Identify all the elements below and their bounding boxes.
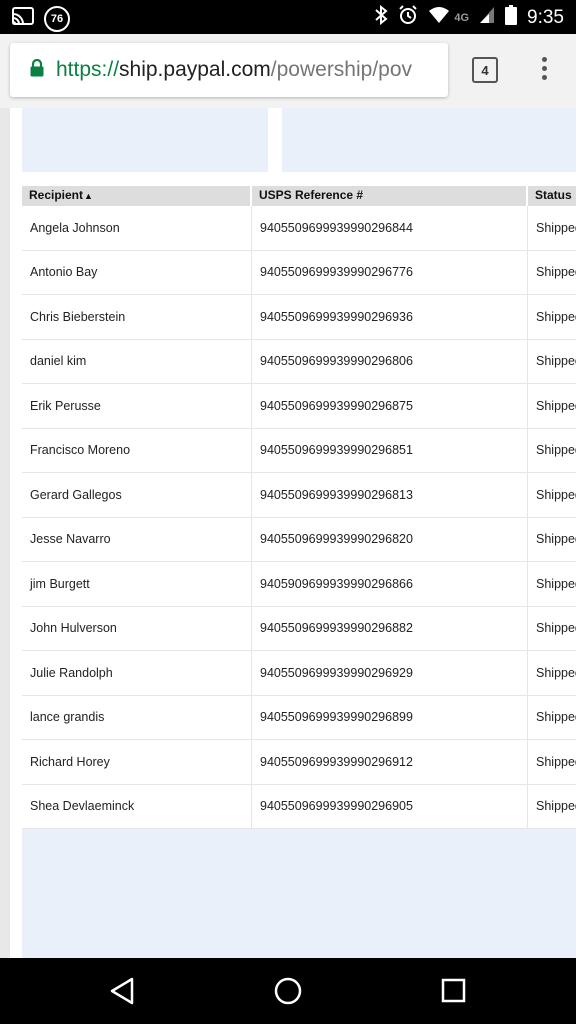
usps-reference-cell: 9405509699939990296936: [252, 295, 528, 339]
tab-switcher-button[interactable]: 4: [472, 57, 498, 83]
table-row[interactable]: Richard Horey 9405509699939990296912 Shipp…: [22, 740, 576, 785]
alarm-icon: [398, 5, 418, 30]
back-icon[interactable]: [108, 976, 138, 1011]
recipient-cell: Angela Johnson: [22, 206, 252, 250]
status-cell: Shipped: [536, 265, 576, 280]
lock-icon: [30, 58, 44, 82]
table-row[interactable]: John Hulverson 9405509699939990296882 Ship…: [22, 606, 576, 651]
shipments-table: Recipient▲ USPS Reference # Status Angel…: [22, 186, 576, 829]
recipient-cell: daniel kim: [22, 339, 252, 383]
usps-reference-cell: 9405509699939990296851: [252, 428, 528, 472]
recents-icon[interactable]: [440, 976, 468, 1011]
status-cell: Shipped: [536, 754, 576, 769]
usps-reference-cell: 9405909699939990296866: [252, 562, 528, 606]
usps-reference-cell: 9405509699939990296776: [252, 250, 528, 294]
usps-reference-cell: 9405509699939990296882: [252, 606, 528, 650]
column-header-label: Recipient: [29, 188, 84, 202]
usps-reference-cell: 9405509699939990296806: [252, 339, 528, 383]
table-row[interactable]: lance grandis 9405509699939990296899 Shipp…: [22, 695, 576, 740]
grid-empty-area: [22, 829, 576, 958]
table-row[interactable]: Erik Perusse 9405509699939990296875 Shippe…: [22, 384, 576, 429]
recipient-cell: Jesse Navarro: [22, 517, 252, 561]
status-cell: Shipped: [536, 398, 576, 413]
recipient-cell: Gerard Gallegos: [22, 473, 252, 517]
status-cell: Shipped: [536, 443, 576, 458]
column-header-recipient[interactable]: Recipient▲: [22, 186, 252, 206]
overflow-menu-icon[interactable]: [536, 57, 552, 87]
usps-reference-cell: 9405509699939990296929: [252, 651, 528, 695]
recipient-cell: Shea Devlaeminck: [22, 784, 252, 828]
url-host: ship.paypal.com: [119, 58, 271, 81]
table-row[interactable]: daniel kim9405509699939990296806 Shipped: [22, 339, 576, 384]
recipient-cell: John Hulverson: [22, 606, 252, 650]
table-row[interactable]: Angela Johnson 9405509699939990296844 Ship…: [22, 206, 576, 251]
recipient-cell: lance grandis: [22, 695, 252, 739]
usps-reference-cell: 9405509699939990296905: [252, 784, 528, 828]
status-cell: Shipped: [536, 354, 576, 369]
bluetooth-icon: [374, 4, 388, 30]
recipient-cell: Erik Perusse: [22, 384, 252, 428]
status-cell: Shipped: [536, 621, 576, 636]
recipient-cell: Francisco Moreno: [22, 428, 252, 472]
cast-icon: [12, 6, 34, 32]
url-scheme: https://: [56, 58, 120, 81]
recipient-cell: Chris Bieberstein: [22, 295, 252, 339]
column-header-usps-reference[interactable]: USPS Reference #: [252, 186, 528, 206]
status-bar: 76 4G 9:35: [0, 0, 576, 34]
recipient-cell: Richard Horey: [22, 740, 252, 784]
recipient-cell: Antonio Bay: [22, 250, 252, 294]
table-body: Angela Johnson 9405509699939990296844 Ship…: [22, 206, 576, 829]
recipient-cell: Julie Randolph: [22, 651, 252, 695]
status-cell: Shipped: [536, 665, 576, 680]
wifi-icon: [428, 6, 450, 29]
usps-reference-cell: 9405509699939990296820: [252, 517, 528, 561]
usps-reference-cell: 9405509699939990296844: [252, 206, 528, 250]
table-row[interactable]: Gerard Gallegos 9405509699939990296813 Shi…: [22, 473, 576, 518]
column-header-status[interactable]: Status: [528, 186, 576, 206]
table-row[interactable]: Francisco Moreno 9405509699939990296851 Sh…: [22, 428, 576, 473]
usps-reference-cell: 9405509699939990296813: [252, 473, 528, 517]
battery-icon: [505, 5, 518, 30]
status-cell: Shipped: [536, 576, 576, 591]
usps-reference-cell: 9405509699939990296899: [252, 695, 528, 739]
table-row[interactable]: jim Burgett9405909699939990296866 Shipped: [22, 562, 576, 607]
status-cell: Shipped: [536, 487, 576, 502]
usps-reference-cell: 9405509699939990296875: [252, 384, 528, 428]
usps-reference-cell: 9405509699939990296912: [252, 740, 528, 784]
status-cell: Shipped: [536, 220, 576, 235]
summary-panel-left: [22, 108, 268, 172]
status-cell: Shipped: [536, 532, 576, 547]
table-row[interactable]: Chris Bieberstein 9405509699939990296936 S…: [22, 295, 576, 340]
url-path: /powership/pov: [270, 58, 413, 81]
summary-panel-right: [282, 108, 576, 172]
clock: 9:35: [527, 6, 564, 28]
status-cell: Shipped: [536, 799, 576, 814]
status-cell: Shipped: [536, 710, 576, 725]
table-row[interactable]: Shea Devlaeminck 9405509699939990296905 Sh…: [22, 784, 576, 829]
sort-ascending-icon: ▲: [84, 191, 93, 201]
table-row[interactable]: Julie Randolph 9405509699939990296929 Ship…: [22, 651, 576, 696]
notification-count-badge: 76: [44, 6, 70, 32]
status-cell: Shipped: [536, 309, 576, 324]
url-bar[interactable]: https://ship.paypal.com/powership/pov: [10, 43, 448, 97]
url-text: https://ship.paypal.com/powership/pov: [56, 58, 412, 82]
table-header: Recipient▲ USPS Reference # Status: [22, 186, 576, 206]
network-type: 4G: [454, 11, 470, 24]
table-row[interactable]: Jesse Navarro 9405509699939990296820 Shipp…: [22, 517, 576, 562]
home-icon[interactable]: [273, 976, 303, 1011]
table-row[interactable]: Antonio Bay9405509699939990296776 Shipped: [22, 250, 576, 295]
browser-toolbar: https://ship.paypal.com/powership/pov 4: [0, 34, 576, 109]
recipient-cell: jim Burgett: [22, 562, 252, 606]
signal-icon: [479, 6, 495, 29]
navigation-bar: [0, 958, 576, 1024]
